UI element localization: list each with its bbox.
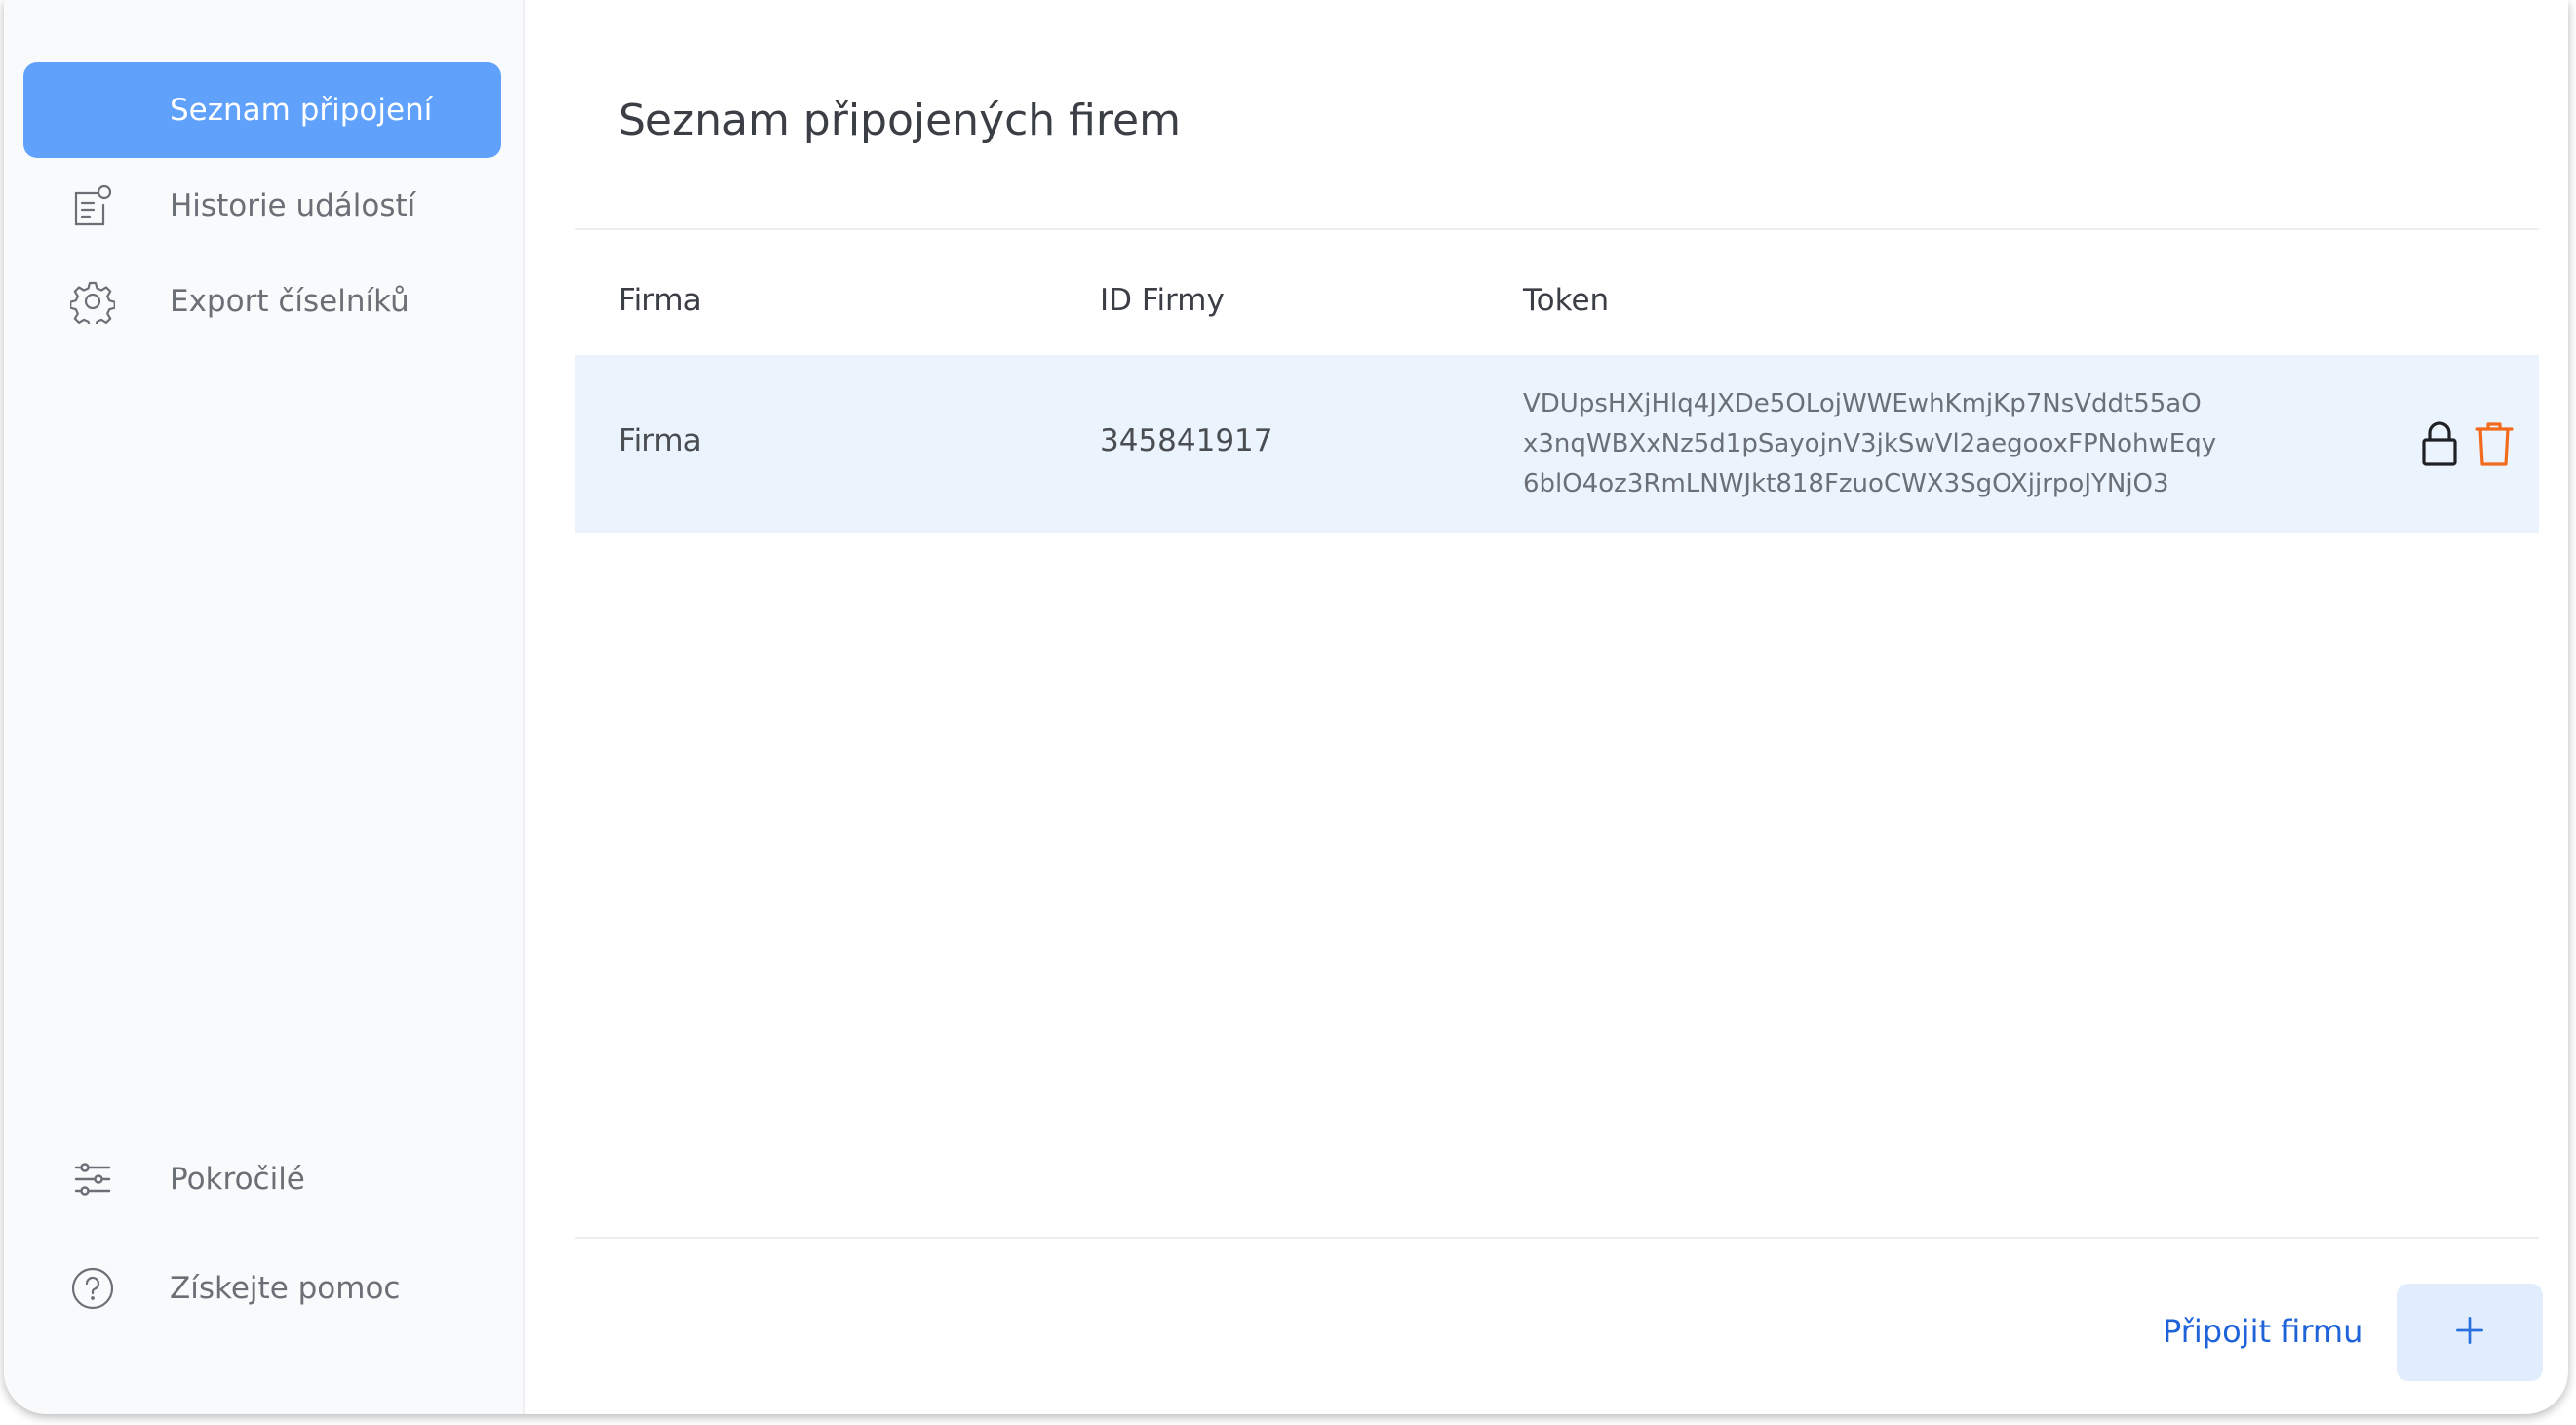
cell-id: 345841917 <box>1100 423 1273 458</box>
sidebar-item-advanced[interactable]: Pokročilé <box>23 1131 501 1227</box>
column-header-firma: Firma <box>618 283 702 318</box>
token-line: x3nqWBXxNz5d1pSayojnV3jkSwVl2aegooxFPNoh… <box>1523 429 2217 458</box>
sidebar-item-label: Seznam připojení <box>170 93 433 128</box>
add-company-button[interactable] <box>2397 1284 2543 1381</box>
token-line: 6blO4oz3RmLNWJkt818FzuoCWX3SgOXjjrpoJYNj… <box>1523 469 2169 498</box>
help-icon <box>70 1266 115 1311</box>
cell-firma: Firma <box>618 423 702 458</box>
sidebar-item-connections[interactable]: Seznam připojení <box>23 62 501 158</box>
footer-divider <box>575 1237 2539 1239</box>
trash-icon[interactable] <box>2473 419 2516 468</box>
header-divider <box>575 228 2539 230</box>
plus-icon <box>2452 1313 2487 1352</box>
gear-icon <box>70 279 115 324</box>
lock-icon[interactable] <box>2418 419 2461 468</box>
sidebar-item-label: Získejte pomoc <box>170 1271 401 1306</box>
sliders-icon <box>70 1157 115 1202</box>
sidebar-item-label: Export číselníků <box>170 284 410 319</box>
table-row[interactable]: Firma 345841917 VDUpsHXjHlq4JXDe5OLojWWE… <box>575 355 2539 533</box>
connect-company-link[interactable]: Připojit firmu <box>2163 1313 2362 1350</box>
sidebar-item-help[interactable]: Získejte pomoc <box>23 1241 501 1336</box>
cell-token: VDUpsHXjHlq4JXDe5OLojWWEwhKmjKp7NsVddt55… <box>1523 384 2216 504</box>
column-header-token: Token <box>1523 283 1610 318</box>
sidebar: Seznam připojení Historie událostí Expor… <box>4 0 525 1414</box>
page-title: Seznam připojených firem <box>618 96 1181 145</box>
token-line: VDUpsHXjHlq4JXDe5OLojWWEwhKmjKp7NsVddt55… <box>1523 389 2202 418</box>
sidebar-item-export[interactable]: Export číselníků <box>23 254 501 349</box>
column-header-id: ID Firmy <box>1100 283 1225 318</box>
main-content: Seznam připojených firem Firma ID Firmy … <box>523 0 2568 1414</box>
document-history-icon <box>70 183 115 228</box>
sidebar-item-label: Pokročilé <box>170 1162 305 1197</box>
sidebar-item-label: Historie událostí <box>170 188 416 223</box>
sidebar-item-event-history[interactable]: Historie událostí <box>23 158 501 254</box>
app-window: Seznam připojení Historie událostí Expor… <box>4 0 2568 1414</box>
